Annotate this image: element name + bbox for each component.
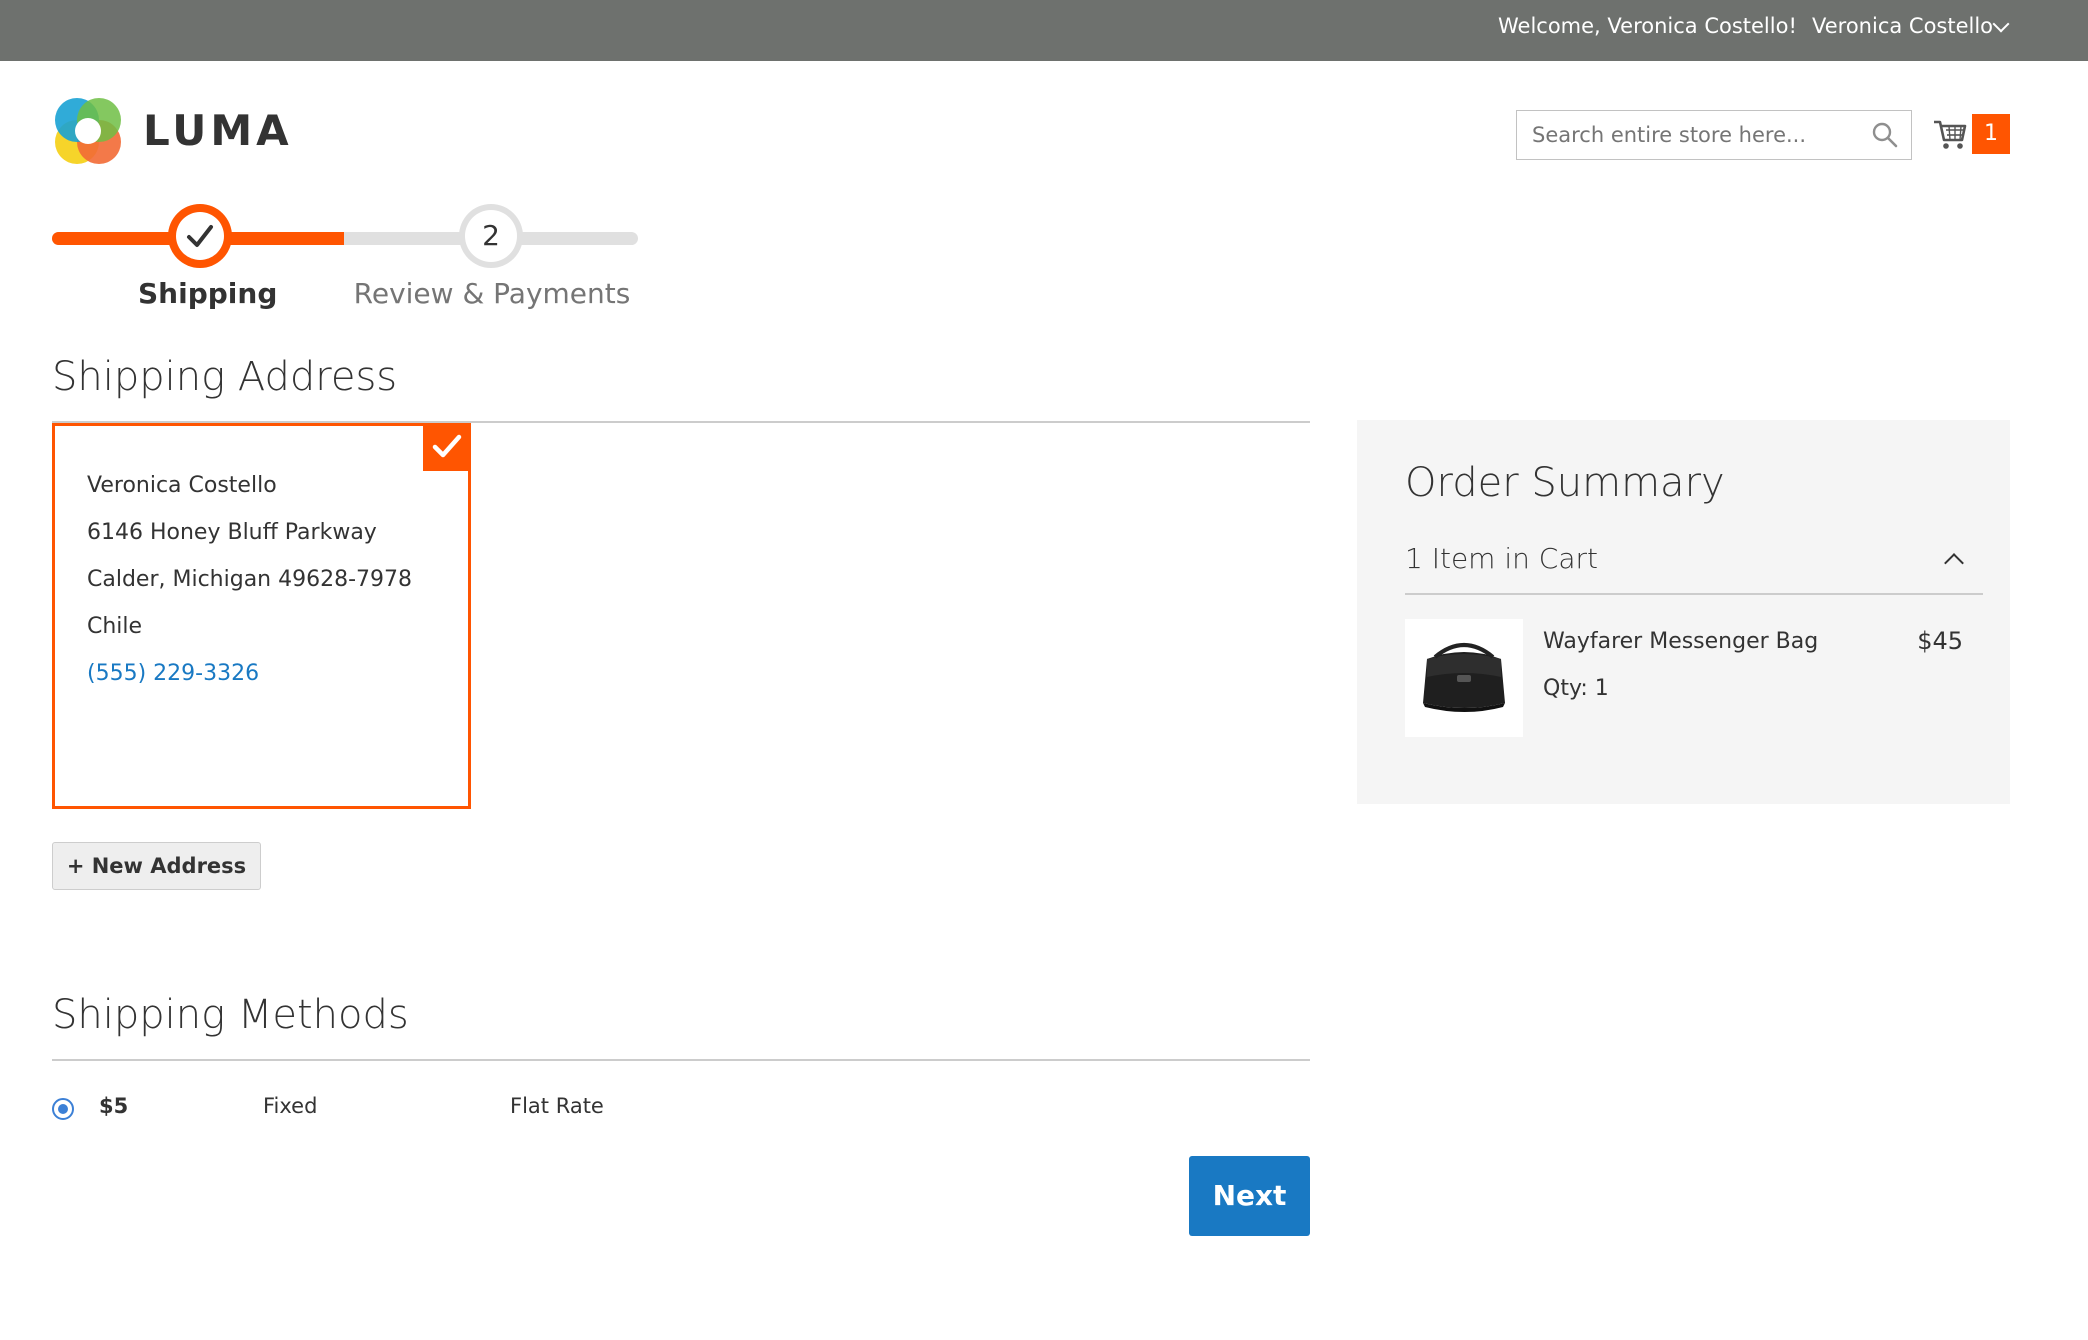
address-street: 6146 Honey Bluff Parkway — [87, 520, 377, 545]
step-shipping-marker[interactable] — [168, 204, 232, 268]
search-input[interactable] — [1517, 111, 1857, 159]
minicart-button[interactable]: 1 — [1932, 112, 2012, 156]
cart-count-badge: 1 — [1972, 114, 2010, 154]
welcome-message: Welcome, Veronica Costello! — [1498, 14, 1797, 38]
shipping-methods-title: Shipping Methods — [52, 992, 409, 1038]
chevron-up-icon[interactable] — [1944, 553, 1964, 573]
shipping-method-name: Fixed — [263, 1094, 318, 1118]
address-phone-link[interactable]: (555) 229-3326 — [87, 650, 412, 697]
product-price: $45 — [1917, 627, 1963, 655]
order-summary-panel: Order Summary 1 Item in Cart Wayfarer Me… — [1357, 420, 2010, 804]
address-city: Calder, Michigan 49628-7978 — [87, 567, 413, 592]
shipping-method-radio[interactable] — [52, 1098, 74, 1120]
step-number: 2 — [465, 210, 517, 262]
new-address-button[interactable]: + New Address — [52, 842, 261, 890]
address-country: Chile — [87, 614, 143, 639]
shipping-method-price: $5 — [99, 1094, 129, 1118]
product-qty: Qty: 1 — [1543, 676, 1609, 701]
order-summary-title: Order Summary — [1405, 460, 1725, 506]
summary-divider — [1405, 593, 1983, 595]
shipping-address-title: Shipping Address — [52, 354, 398, 400]
logo-text[interactable]: LUMA — [143, 106, 293, 155]
shopping-cart-icon[interactable] — [1932, 116, 1968, 152]
step-review-label: Review & Payments — [353, 277, 631, 310]
search-icon[interactable] — [1871, 121, 1899, 149]
address-name: Veronica Costello — [87, 473, 277, 498]
logo-icon[interactable] — [53, 96, 123, 166]
address-card-selected[interactable]: Veronica Costello 6146 Honey Bluff Parkw… — [52, 423, 471, 809]
top-bar: Welcome, Veronica Costello! Veronica Cos… — [0, 0, 2088, 61]
messenger-bag-image — [1423, 643, 1505, 712]
account-menu-toggle[interactable]: Veronica Costello — [1812, 14, 1993, 38]
selected-check-icon — [423, 423, 471, 471]
radio-selected-dot — [58, 1104, 68, 1114]
items-in-cart-toggle[interactable]: 1 Item in Cart — [1405, 542, 1598, 575]
checkout-progress-bar: 2 Shipping Review & Payments — [52, 202, 640, 322]
search-box — [1516, 110, 1912, 160]
step-shipping-label[interactable]: Shipping — [138, 277, 277, 310]
section-divider — [52, 1059, 1310, 1061]
next-button[interactable]: Next — [1189, 1156, 1310, 1236]
step-review-marker: 2 — [459, 204, 523, 268]
shipping-carrier-name: Flat Rate — [510, 1094, 604, 1118]
chevron-down-icon[interactable] — [1992, 15, 2010, 33]
product-name: Wayfarer Messenger Bag — [1543, 629, 1819, 654]
product-thumbnail — [1405, 619, 1523, 737]
checkmark-icon — [187, 225, 213, 247]
